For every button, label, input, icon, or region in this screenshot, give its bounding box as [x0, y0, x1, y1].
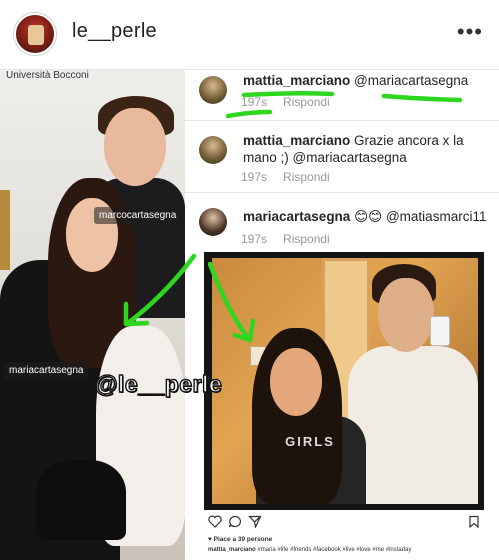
- profile-username[interactable]: le__perle: [72, 20, 157, 43]
- heart-icon[interactable]: [208, 515, 222, 528]
- comment-meta: 197s Rispondi: [241, 170, 346, 184]
- graduation-cap: [36, 460, 126, 540]
- phone: [430, 316, 450, 346]
- post-caption: mattia_marciano #maria #life #friends #f…: [208, 547, 411, 553]
- man-face: [378, 278, 434, 352]
- selfie-image: GIRLS: [212, 258, 478, 504]
- comment-avatar[interactable]: [199, 136, 227, 164]
- profile-avatar[interactable]: [14, 13, 56, 55]
- comment-avatar[interactable]: [199, 76, 227, 104]
- right-photo[interactable]: GIRLS: [204, 252, 484, 510]
- comment-body: 😊😊 @matiasmarci11: [350, 209, 487, 224]
- comment-time: 197s: [241, 95, 268, 109]
- man-shirt: [348, 346, 478, 504]
- divider: [185, 120, 499, 121]
- more-icon[interactable]: •••: [457, 21, 483, 43]
- photo-tag-marco[interactable]: marcocartasegna: [94, 207, 182, 224]
- shirt-print: GIRLS: [285, 434, 335, 449]
- comment-user[interactable]: mattia_marciano: [243, 133, 350, 148]
- reply-link[interactable]: Rispondi: [283, 95, 330, 109]
- comment-avatar[interactable]: [199, 208, 227, 236]
- left-photo: Università Bocconi marcocartasegna maria…: [0, 70, 185, 560]
- comment-text: mattia_marciano @mariacartasegna: [243, 72, 468, 89]
- comment-user[interactable]: mattia_marciano: [243, 73, 350, 88]
- comment-body: @mariacartasegna: [350, 73, 469, 88]
- divider: [185, 192, 499, 193]
- photo-tag-maria[interactable]: mariacartasegna: [4, 362, 89, 379]
- woman-face: [270, 348, 322, 416]
- wall-art: [0, 190, 10, 270]
- comment-time: 197s: [241, 232, 268, 246]
- caption-user[interactable]: mattia_marciano: [208, 547, 256, 553]
- photo-caption-top: Università Bocconi: [6, 70, 89, 81]
- comment-meta: 197s Rispondi: [241, 232, 346, 246]
- watermark: @le__perle: [94, 370, 223, 397]
- comment-text: mattia_marciano Grazie ancora x la mano …: [243, 132, 483, 166]
- post-header: le__perle •••: [0, 0, 499, 70]
- reply-link[interactable]: Rispondi: [283, 232, 330, 246]
- comments-panel: mattia_marciano @mariacartasegna 197s Ris…: [185, 70, 499, 250]
- likes-count[interactable]: ♥ Piace a 39 persone: [208, 536, 272, 543]
- comment-text: mariacartasegna 😊😊 @matiasmarci11: [243, 208, 486, 225]
- comment-user[interactable]: mariacartasegna: [243, 209, 350, 224]
- comment-time: 197s: [241, 170, 268, 184]
- comment-icon[interactable]: [228, 515, 242, 528]
- share-icon[interactable]: [248, 515, 262, 528]
- man-face: [104, 108, 166, 186]
- caption-tags[interactable]: #maria #life #friends #facebook #live #l…: [256, 547, 411, 553]
- post-actions: [204, 513, 484, 535]
- bookmark-icon[interactable]: [468, 515, 480, 528]
- comment-meta: 197s Rispondi: [241, 95, 346, 109]
- reply-link[interactable]: Rispondi: [283, 170, 330, 184]
